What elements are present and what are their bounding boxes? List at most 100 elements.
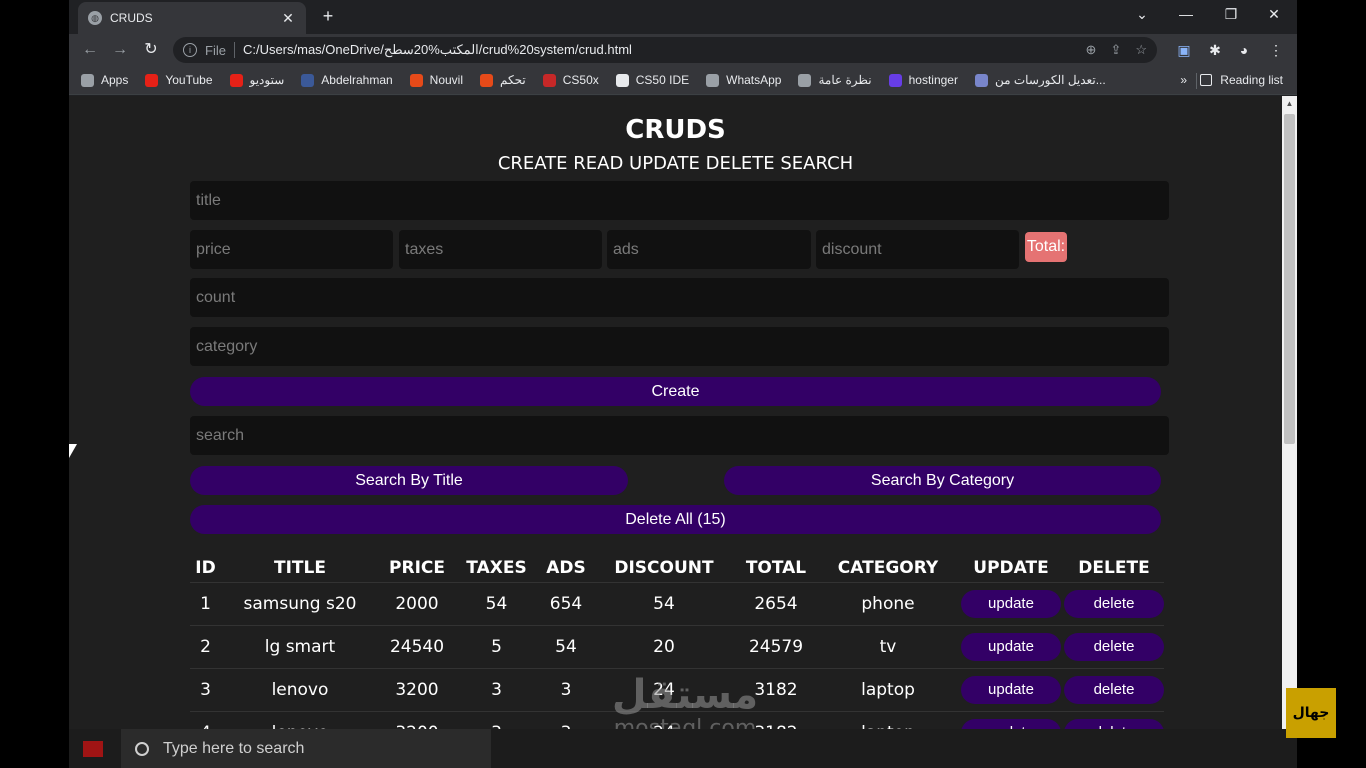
count-input[interactable] (190, 278, 1169, 317)
url-text[interactable]: C:/Users/mas/OneDrive/المكتب%20سطح/crud%… (243, 42, 1072, 58)
cell-discount: 54 (594, 582, 734, 626)
header-ads: ADS (538, 554, 594, 583)
bookmark-apps[interactable]: Apps (81, 73, 128, 87)
cell-taxes: 3 (455, 668, 538, 712)
search-input[interactable] (190, 416, 1169, 455)
bookmark-label: نظرة عامة (818, 73, 872, 87)
bookmark-studio[interactable]: ستوديو (229, 73, 285, 87)
zoom-icon[interactable]: ⊕ (1086, 42, 1097, 58)
store-icon (798, 73, 812, 87)
restore-button[interactable]: ❐ (1216, 4, 1246, 24)
close-window-button[interactable]: ✕ (1259, 4, 1289, 24)
title-input[interactable] (190, 181, 1169, 220)
cell-title: lenovo (221, 711, 379, 729)
share-icon[interactable]: ⇪ (1110, 42, 1121, 58)
cell-price: 3200 (379, 711, 455, 729)
cell-title: samsung s20 (221, 582, 379, 626)
cell-discount: 20 (594, 625, 734, 669)
bookmark-hostinger[interactable]: hostinger (888, 73, 958, 87)
bookmark-youtube[interactable]: YouTube (145, 73, 213, 87)
delete-button[interactable]: delete (1064, 675, 1164, 704)
menu-kebab-icon[interactable]: ⋮ (1267, 42, 1285, 59)
cell-price: 2000 (379, 582, 455, 626)
cell-taxes: 3 (455, 711, 538, 729)
cell-update: update (958, 668, 1064, 712)
address-bar[interactable]: i File C:/Users/mas/OneDrive/المكتب%20سط… (173, 37, 1157, 63)
bookmark-overview[interactable]: نظرة عامة (798, 73, 872, 87)
cell-ads: 54 (538, 625, 594, 669)
cell-price: 24540 (379, 625, 455, 669)
bookmarks-separator (1196, 73, 1197, 89)
page-title: CRUDS (625, 115, 726, 145)
search-by-category-button[interactable]: Search By Category (724, 466, 1161, 495)
nouvil-icon (409, 73, 423, 87)
update-button[interactable]: update (961, 718, 1061, 729)
bookmark-label: WhatsApp (726, 73, 782, 87)
page-scrollbar[interactable]: ▲ (1282, 96, 1297, 729)
price-input[interactable] (190, 230, 393, 269)
minimize-button[interactable]: — (1171, 4, 1201, 24)
search-by-title-button[interactable]: Search By Title (190, 466, 628, 495)
new-tab-button[interactable]: + (318, 6, 338, 27)
tab-cruds[interactable]: ◍ CRUDS ✕ (78, 2, 306, 34)
discount-input[interactable] (816, 230, 1019, 269)
update-button[interactable]: update (961, 632, 1061, 661)
scroll-thumb[interactable] (1284, 114, 1295, 444)
create-button[interactable]: Create (190, 377, 1161, 406)
profile-avatar-icon[interactable]: ◕ (1235, 42, 1253, 58)
forward-arrow-icon[interactable]: → (110, 40, 130, 60)
globe-icon (615, 73, 629, 87)
watermark-arabic: مستقل (611, 672, 759, 718)
bookmark-label: YouTube (165, 73, 213, 87)
close-tab-icon[interactable]: ✕ (280, 10, 296, 27)
star-icon[interactable]: ☆ (1135, 42, 1147, 58)
translate-icon[interactable]: ▣ (1175, 42, 1193, 59)
delete-button[interactable]: delete (1064, 718, 1164, 729)
bookmark-cs50x[interactable]: CS50x (542, 73, 599, 87)
back-arrow-icon[interactable]: ← (80, 40, 100, 60)
taxes-input[interactable] (399, 230, 602, 269)
cell-update: update (958, 582, 1064, 626)
delete-button[interactable]: delete (1064, 632, 1164, 661)
whatsapp-icon (706, 73, 720, 87)
cell-delete: delete (1064, 711, 1164, 729)
update-button[interactable]: update (961, 675, 1061, 704)
cell-title: lenovo (221, 668, 379, 712)
bookmark-control[interactable]: تحكم (480, 73, 526, 87)
cell-ads: 654 (538, 582, 594, 626)
bookmark-abdelrahman[interactable]: Abdelrahman (301, 73, 393, 87)
reading-list-button[interactable]: Reading list (1200, 73, 1283, 87)
bookmark-courses[interactable]: تعديل الكورسات من... (974, 73, 1106, 87)
more-bookmarks-chevron-icon[interactable]: » (1180, 73, 1187, 87)
tab-search-icon[interactable]: ⌄ (1127, 4, 1157, 24)
start-button[interactable] (83, 741, 103, 757)
cell-category: laptop (818, 711, 958, 729)
bookmark-whatsapp[interactable]: WhatsApp (706, 73, 781, 87)
scroll-up-arrow-icon[interactable]: ▲ (1282, 96, 1297, 112)
delete-all-button[interactable]: Delete All (15) (190, 505, 1161, 534)
delete-button[interactable]: delete (1064, 589, 1164, 618)
bookmark-nouvil[interactable]: Nouvil (409, 73, 463, 87)
reload-icon[interactable]: ↻ (141, 40, 161, 60)
ads-input[interactable] (607, 230, 811, 269)
cell-id: 4 (190, 711, 221, 729)
extensions-icon[interactable]: ✱ (1206, 42, 1224, 59)
file-label: File (205, 42, 226, 58)
info-icon[interactable]: i (183, 43, 197, 57)
tab-title: CRUDS (110, 11, 153, 25)
header-taxes: TAXES (455, 554, 538, 583)
taskbar-search-box[interactable]: Type here to search (121, 729, 491, 768)
bookmark-label: ستوديو (249, 73, 285, 87)
header-discount: DISCOUNT (594, 554, 734, 583)
cell-category: tv (818, 625, 958, 669)
cell-category: laptop (818, 668, 958, 712)
update-button[interactable]: update (961, 589, 1061, 618)
cell-category: phone (818, 582, 958, 626)
category-input[interactable] (190, 327, 1169, 366)
cell-total: 24579 (734, 625, 818, 669)
reading-list-icon (1200, 74, 1213, 86)
cell-id: 1 (190, 582, 221, 626)
youtube-studio-icon (229, 73, 243, 87)
bookmark-cs50-ide[interactable]: CS50 IDE (615, 73, 689, 87)
header-category: CATEGORY (818, 554, 958, 583)
